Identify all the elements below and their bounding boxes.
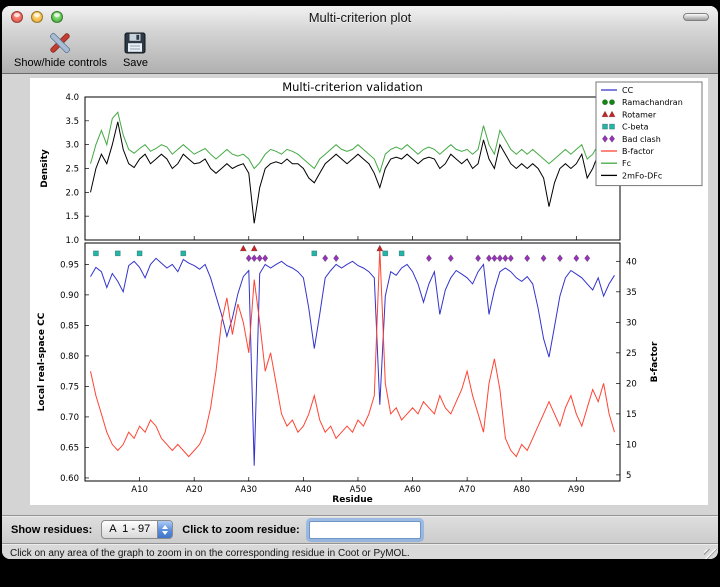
svg-text:Fc: Fc <box>622 159 631 168</box>
minimize-button[interactable] <box>31 11 43 23</box>
figure-title: Multi-criterion validation <box>282 80 423 94</box>
svg-text:0.60: 0.60 <box>60 474 79 484</box>
svg-text:4.0: 4.0 <box>65 93 79 103</box>
bfactor-axis-label: B-factor <box>650 341 660 382</box>
svg-text:2.0: 2.0 <box>65 188 79 198</box>
svg-text:0.80: 0.80 <box>60 352 79 362</box>
rotamer-markers <box>240 245 382 251</box>
svg-text:3.0: 3.0 <box>65 141 79 151</box>
svg-text:A30: A30 <box>240 485 257 495</box>
density-axis-label: Density <box>40 149 50 188</box>
svg-text:A10: A10 <box>131 485 148 495</box>
svg-text:A20: A20 <box>186 485 203 495</box>
svg-text:0.90: 0.90 <box>60 291 79 301</box>
content-area: Multi-criterion validation 1.0 1.5 2.0 2.5 3.… <box>2 78 718 515</box>
bad-clash-markers <box>246 255 590 262</box>
svg-text:Ramachandran: Ramachandran <box>622 98 683 107</box>
svg-text:2mFo-DFc: 2mFo-DFc <box>622 171 662 180</box>
svg-text:40: 40 <box>626 257 637 267</box>
cc-axis-label: Local real-space CC <box>37 312 47 411</box>
show-residues-select[interactable]: A 1 - 97 <box>101 520 173 539</box>
svg-text:30: 30 <box>626 318 637 328</box>
svg-text:0.85: 0.85 <box>60 321 79 331</box>
svg-text:0.65: 0.65 <box>60 443 79 453</box>
svg-text:C-beta: C-beta <box>622 123 649 132</box>
stepper-arrows-icon <box>157 521 172 538</box>
traffic-lights <box>2 11 63 23</box>
svg-text:A60: A60 <box>404 485 421 495</box>
svg-text:A70: A70 <box>459 485 476 495</box>
show-residues-value: A 1 - 97 <box>102 521 157 538</box>
toolbar-toggle-button[interactable] <box>683 13 709 21</box>
svg-text:1.0: 1.0 <box>65 236 79 246</box>
close-button[interactable] <box>11 11 23 23</box>
controls-bar: Show residues: A 1 - 97 Click to zoom re… <box>2 515 718 543</box>
svg-text:A90: A90 <box>568 485 585 495</box>
B-factor-line <box>91 249 615 457</box>
CC-line <box>91 258 615 465</box>
2mFo-DFc-line <box>91 122 615 224</box>
multi-criterion-plot[interactable]: Multi-criterion validation 1.0 1.5 2.0 2.5 3.… <box>30 78 708 505</box>
titlebar: Multi-criterion plot <box>2 6 718 28</box>
show-hide-controls-button[interactable]: Show/hide controls <box>14 29 107 69</box>
bottom-axes-frame <box>85 243 620 481</box>
crossed-tools-icon <box>46 29 74 57</box>
zoom-residue-label: Click to zoom residue: <box>182 524 299 536</box>
svg-text:5: 5 <box>626 471 631 481</box>
svg-text:A80: A80 <box>513 485 530 495</box>
svg-text:3.5: 3.5 <box>65 117 79 127</box>
svg-text:0.75: 0.75 <box>60 382 79 392</box>
svg-text:CC: CC <box>622 86 634 95</box>
svg-text:15: 15 <box>626 410 637 420</box>
window-title: Multi-criterion plot <box>2 10 718 25</box>
save-button[interactable]: Save <box>123 29 148 69</box>
svg-text:35: 35 <box>626 288 637 298</box>
zoom-residue-input[interactable] <box>309 521 421 539</box>
residue-axis-label: Residue <box>332 495 372 505</box>
svg-text:A50: A50 <box>350 485 367 495</box>
svg-text:Bad clash: Bad clash <box>622 135 661 144</box>
show-hide-controls-label: Show/hide controls <box>14 57 107 69</box>
save-label: Save <box>123 57 148 69</box>
svg-text:0.70: 0.70 <box>60 413 79 423</box>
svg-text:10: 10 <box>626 440 637 450</box>
svg-text:Rotamer: Rotamer <box>622 110 657 119</box>
floppy-disk-icon <box>123 29 147 57</box>
window-chrome: Multi-criterion plot Show/hide controls <box>2 6 718 74</box>
validation-figure: Multi-criterion validation 1.0 1.5 2.0 2.5 3.… <box>30 78 708 505</box>
svg-text:1.5: 1.5 <box>65 212 79 222</box>
status-text: Click on any area of the graph to zoom i… <box>10 548 410 559</box>
svg-text:0.95: 0.95 <box>60 260 79 270</box>
svg-text:A40: A40 <box>295 485 312 495</box>
zoom-button[interactable] <box>51 11 63 23</box>
resize-grip[interactable] <box>704 549 717 559</box>
svg-text:2.5: 2.5 <box>65 165 79 175</box>
toolbar: Show/hide controls Save <box>2 28 718 73</box>
show-residues-label: Show residues: <box>11 524 92 536</box>
svg-text:B-factor: B-factor <box>622 147 655 156</box>
top-axes-frame <box>85 97 620 240</box>
status-bar: Click on any area of the graph to zoom i… <box>2 543 718 559</box>
app-window: Multi-criterion plot Show/hide controls <box>2 6 718 559</box>
svg-text:20: 20 <box>626 379 637 389</box>
svg-text:25: 25 <box>626 349 637 359</box>
